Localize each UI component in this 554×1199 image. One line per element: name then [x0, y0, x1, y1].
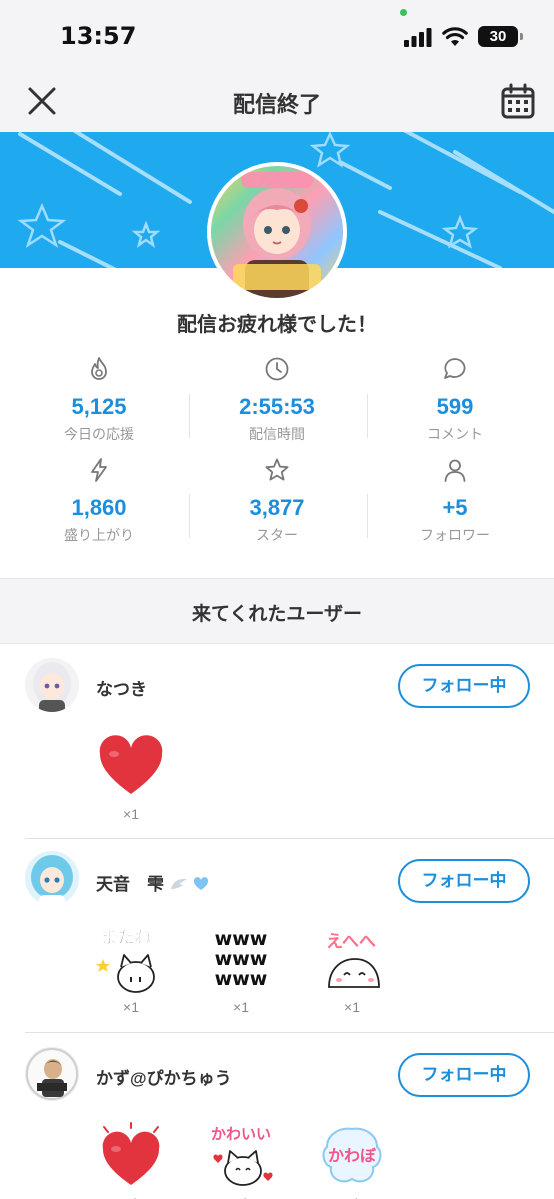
stat-stream-time: 2:55:53 配信時間 — [185, 356, 369, 444]
kawaii-cat-sticker-icon: かわいい — [211, 1125, 273, 1186]
avatar-illustration — [25, 658, 79, 712]
gift-count: ×1 — [233, 999, 249, 1015]
stat-followers: +5 フォロワー — [363, 457, 547, 545]
gift-count: ×1 — [91, 1195, 171, 1199]
status-icons: 30 — [404, 24, 523, 50]
following-button[interactable]: フォロー中 — [398, 859, 530, 903]
calendar-icon — [501, 83, 535, 119]
battery-level: 30 — [478, 26, 518, 47]
visitor-name-text: 天音 雫 — [96, 875, 164, 894]
svg-text:www: www — [215, 928, 268, 950]
gift-item: ×1 — [91, 732, 171, 822]
visitors-section-header: 来てくれたユーザー — [0, 578, 554, 644]
stat-value: +5 — [442, 495, 468, 520]
blue-heart-icon — [194, 877, 209, 890]
visitor-item: なつき フォロー中 ×1 — [0, 644, 554, 838]
gift-count: ×1 — [123, 806, 139, 822]
privacy-indicator-dot — [400, 9, 407, 16]
status-time: 13:57 — [60, 22, 137, 50]
header: 配信終了 — [0, 72, 554, 132]
gift-count: ×1 — [312, 1195, 392, 1199]
streamer-avatar-illustration — [211, 166, 343, 298]
stat-value: 2:55:53 — [239, 394, 315, 419]
kawabo-sticker-icon: かわぼ — [322, 1127, 382, 1183]
visitor-name[interactable]: かず@ぴかちゅう — [96, 1064, 232, 1089]
stat-value: 1,860 — [71, 495, 127, 520]
wifi-icon — [442, 27, 468, 46]
stat-cheers: 5,125 今日の応援 — [7, 356, 191, 444]
person-icon — [444, 459, 466, 482]
visitor-item: 天音 雫 フォロー中 またね ×1 www www www ×1 えへへ ×1 — [0, 839, 554, 1033]
gift-item: ×1 — [91, 1121, 171, 1199]
comment-icon — [444, 358, 466, 379]
svg-text:www: www — [215, 948, 268, 970]
sticker-text: えへへ — [326, 932, 376, 952]
gift-item: かわぼ ×1 — [312, 1121, 392, 1199]
svg-text:www: www — [215, 968, 268, 990]
streamer-avatar — [207, 162, 347, 302]
stat-label: フォロワー — [420, 527, 490, 543]
star-icon — [265, 458, 289, 481]
calendar-button[interactable] — [499, 82, 537, 122]
stat-stars: 3,877 スター — [185, 457, 369, 545]
avatar-illustration — [25, 1047, 79, 1101]
wing-icon — [170, 878, 187, 889]
gift-item: えへへ ×1 — [312, 925, 392, 1015]
sticker-text: またね — [101, 928, 152, 948]
stat-label: スター — [256, 527, 298, 543]
sticker-text: かわいい — [211, 1125, 271, 1143]
gift-count: ×1 — [201, 1195, 281, 1199]
status-bar: 13:57 30 — [0, 0, 554, 72]
avatar-illustration — [25, 851, 79, 905]
flame-icon — [91, 357, 107, 380]
stat-label: 盛り上がり — [64, 527, 134, 543]
stat-label: 配信時間 — [249, 426, 305, 442]
visitor-name[interactable]: なつき — [96, 675, 147, 700]
avatar[interactable] — [25, 658, 79, 712]
visitor-item: かず@ぴかちゅう フォロー中 ×1 かわいい ×1 かわぼ ×1 — [0, 1033, 554, 1199]
stream-finished-message: 配信お疲れ様でした！ — [177, 314, 377, 336]
gift-count: ×1 — [344, 999, 360, 1015]
sticker-text: かわぼ — [328, 1146, 377, 1165]
stat-value: 599 — [436, 394, 474, 419]
heart-icon — [102, 1122, 160, 1185]
stat-label: コメント — [427, 426, 483, 442]
following-button[interactable]: フォロー中 — [398, 1053, 530, 1097]
following-button[interactable]: フォロー中 — [398, 664, 530, 708]
ehehe-sticker-icon: えへへ — [326, 932, 380, 988]
www-sticker-icon: wwwwwwwww — [215, 928, 268, 990]
stat-value: 3,877 — [249, 495, 305, 520]
avatar[interactable] — [25, 1047, 79, 1101]
gift-item: かわいい ×1 — [201, 1121, 281, 1199]
gift-count: ×1 — [123, 999, 139, 1015]
cellular-signal-icon — [404, 28, 432, 47]
stat-label: 今日の応援 — [64, 426, 134, 442]
stat-comments: 599 コメント — [363, 356, 547, 444]
gift-item: www www www ×1 — [201, 925, 281, 1015]
visitors-title: 来てくれたユーザー — [191, 604, 363, 625]
lightning-icon — [91, 458, 107, 482]
matane-cat-sticker-icon: またね — [96, 928, 155, 993]
gift-item: またね ×1 — [91, 925, 171, 1015]
visitor-name[interactable]: 天音 雫 — [96, 870, 209, 895]
battery-tip — [520, 33, 523, 40]
clock-icon — [265, 357, 289, 381]
page-title: 配信終了 — [232, 92, 321, 117]
heart-icon — [99, 735, 163, 794]
avatar[interactable] — [25, 851, 79, 905]
stat-value: 5,125 — [71, 394, 127, 419]
stat-excitement: 1,860 盛り上がり — [7, 457, 191, 545]
